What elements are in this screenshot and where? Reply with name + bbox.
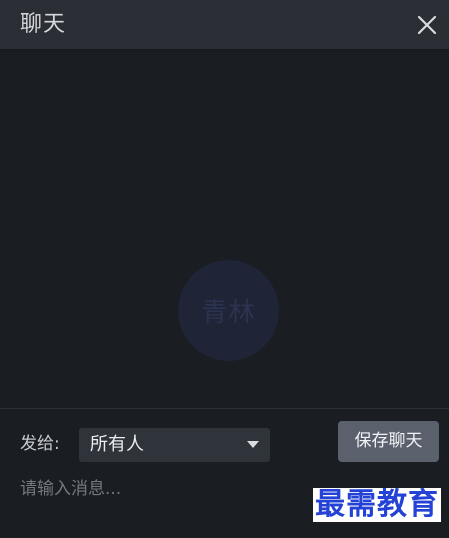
recipient-value: 所有人 [90,434,144,455]
panel-title: 聊天 [20,12,67,37]
title-bar: 聊天 [0,0,449,50]
recipient-select[interactable]: 所有人 [79,428,270,462]
avatar-label: 青林 [201,298,256,328]
message-area[interactable]: 青林 [0,50,449,408]
save-chat-button[interactable]: 保存聊天 [338,421,439,462]
close-icon [417,15,437,35]
watermark-logo: 最需教育 [313,487,441,522]
avatar: 青林 [178,260,279,361]
send-to-label: 发给: [20,434,60,454]
close-button[interactable] [415,13,439,37]
message-input[interactable] [20,476,320,502]
chevron-down-icon [247,441,259,448]
chat-panel: 聊天 青林 发给: 所有人 保存聊天 最需教育 [0,0,449,538]
